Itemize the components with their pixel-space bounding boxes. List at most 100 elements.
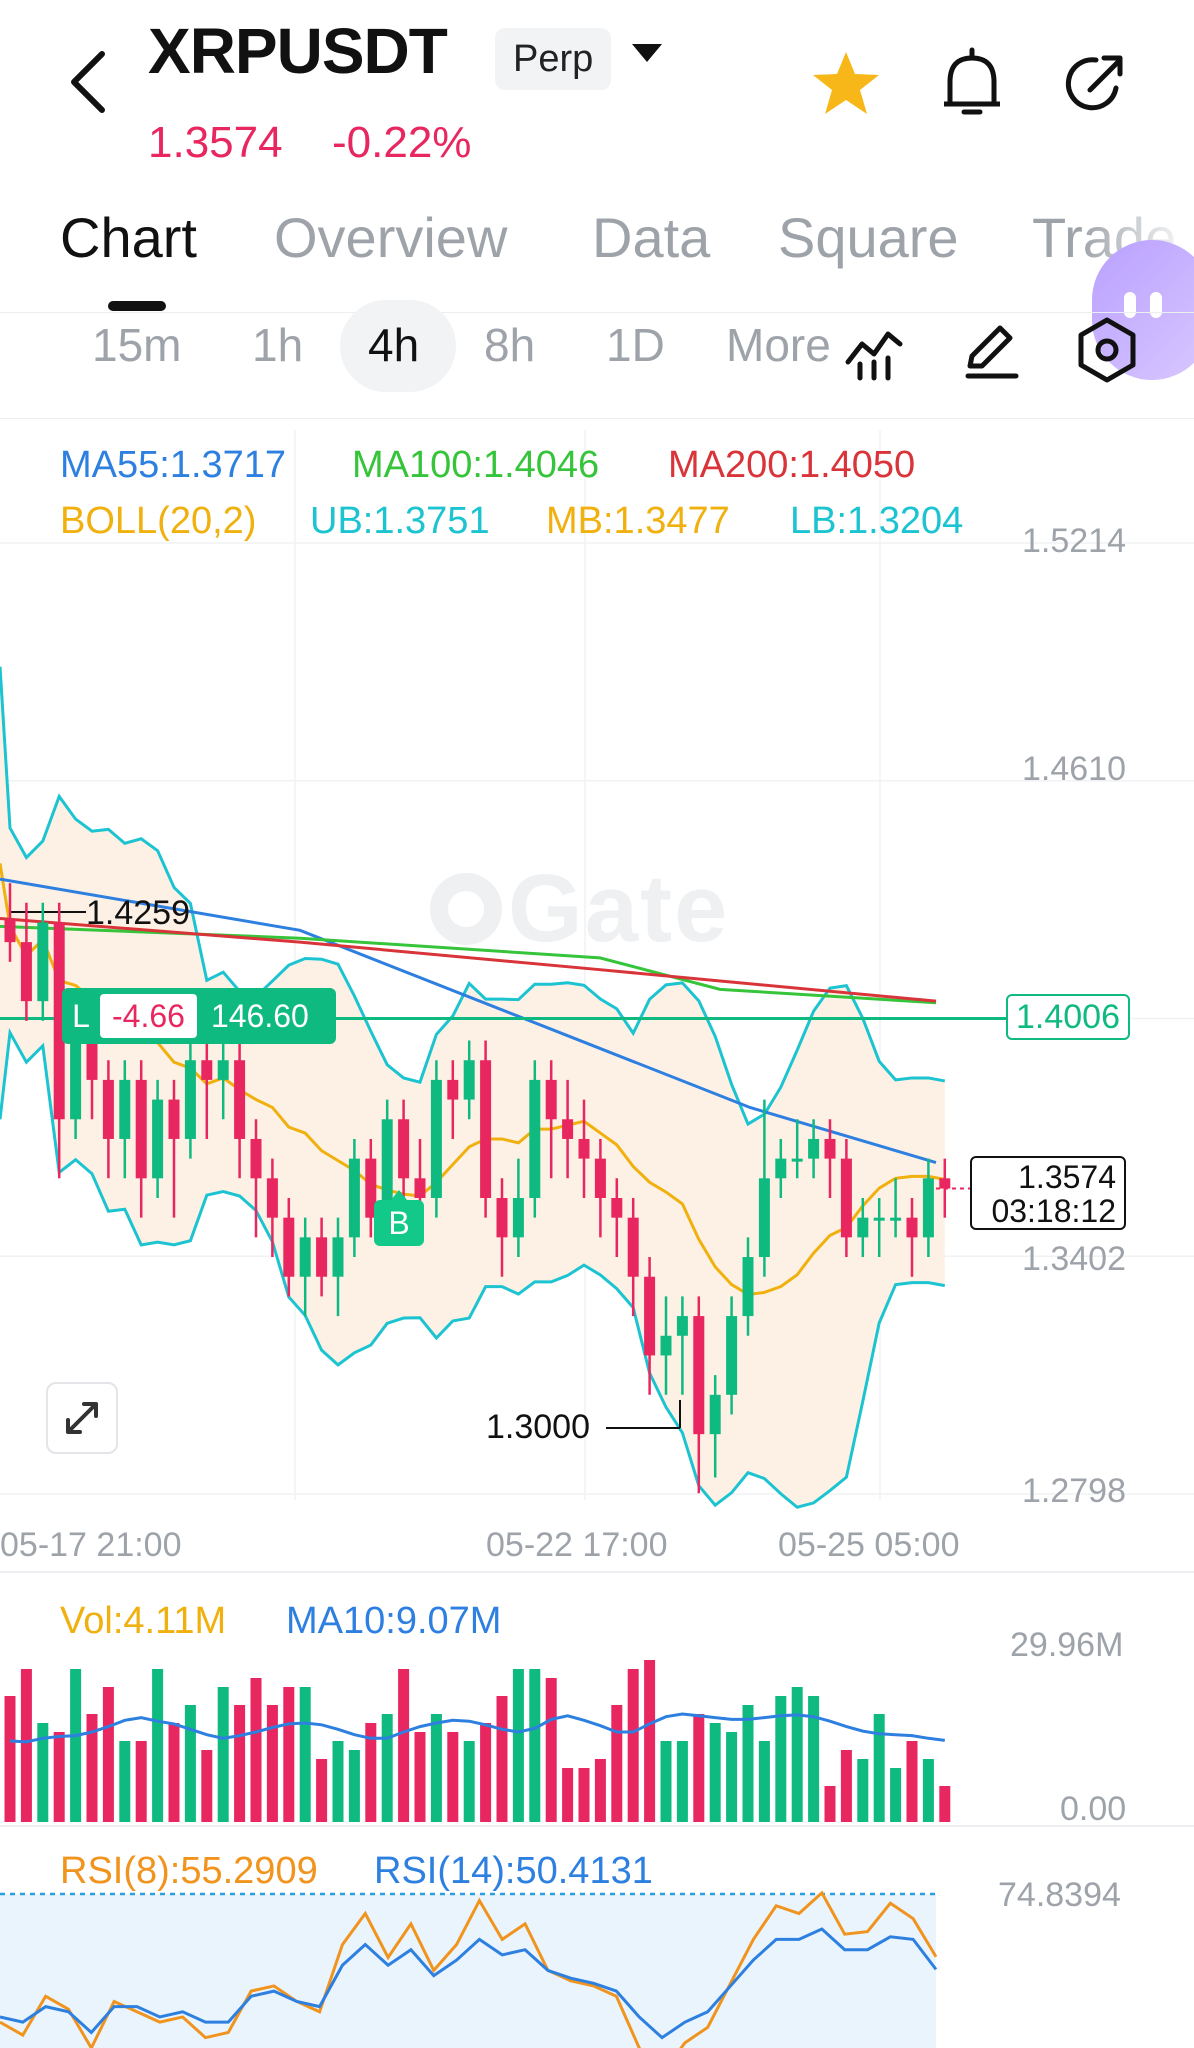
volume-bar xyxy=(529,1669,541,1822)
candle-body xyxy=(135,1079,147,1179)
back-button[interactable] xyxy=(60,46,120,118)
timeframe-4h[interactable]: 4h xyxy=(368,318,419,372)
tab-data[interactable]: Data xyxy=(592,205,710,270)
candle-body xyxy=(644,1276,656,1356)
indicator-icon xyxy=(845,331,903,381)
alert-button[interactable] xyxy=(936,46,1008,122)
tab-overview[interactable]: Overview xyxy=(274,205,507,270)
legend-ma200: MA200:1.4050 xyxy=(668,444,916,486)
buy-marker-pointer xyxy=(391,1190,407,1200)
position-price-tag[interactable]: 1.4006 xyxy=(1006,994,1130,1040)
tab-square[interactable]: Square xyxy=(778,205,959,270)
time-axis-label: 05-22 17:00 xyxy=(486,1526,668,1564)
candle-body xyxy=(414,1178,426,1198)
candle-body xyxy=(4,918,16,943)
position-entry: 146.60 xyxy=(210,997,309,1034)
candle-body xyxy=(529,1079,541,1198)
symbol-title[interactable]: XRPUSDT xyxy=(148,14,448,88)
volume-bar xyxy=(201,1750,213,1822)
volume-bar xyxy=(512,1669,524,1822)
rsi8-legend: RSI(8):55.2909 xyxy=(60,1850,318,1892)
caret-down-icon[interactable] xyxy=(632,44,662,62)
volume-bar xyxy=(594,1759,606,1822)
assistant-eye xyxy=(1124,292,1136,318)
price-chart[interactable] xyxy=(0,420,1194,2048)
indicator-button[interactable] xyxy=(842,318,906,382)
volume-bar xyxy=(939,1786,951,1822)
price-axis-label: 1.4610 xyxy=(1022,750,1126,788)
candle-body xyxy=(217,1060,229,1080)
position-tag[interactable]: L -4.66 146.60 xyxy=(62,988,336,1044)
price-axis-label: 1.5214 xyxy=(1022,522,1126,560)
expand-icon xyxy=(66,1402,98,1434)
candle-countdown: 03:18:12 xyxy=(991,1193,1116,1229)
candle-body xyxy=(578,1138,590,1159)
candle-body xyxy=(512,1197,524,1238)
candle-body xyxy=(857,1217,869,1238)
volume-bar xyxy=(840,1750,852,1822)
volume-bar xyxy=(791,1687,803,1822)
volume-bar xyxy=(742,1705,754,1822)
volume-bar xyxy=(283,1687,295,1822)
candle-body xyxy=(594,1158,606,1198)
volume-bar xyxy=(184,1705,196,1822)
volume-axis-min: 0.00 xyxy=(1060,1790,1127,1828)
position-side: L xyxy=(72,997,90,1034)
volume-bar xyxy=(168,1723,180,1822)
star-icon xyxy=(813,52,879,114)
candle-body xyxy=(37,922,49,1002)
candle-body xyxy=(152,1099,164,1179)
favorite-button[interactable] xyxy=(808,46,884,122)
candle-body xyxy=(791,1158,803,1162)
volume-bar xyxy=(463,1741,475,1822)
candle-body xyxy=(283,1217,295,1277)
tabs-divider xyxy=(0,312,1194,313)
candle-body xyxy=(266,1178,278,1218)
timeframe-more[interactable]: More xyxy=(726,318,830,372)
price-axis-label: 1.2798 xyxy=(1022,1472,1126,1510)
toolbar-divider xyxy=(0,418,1194,419)
volume-bar xyxy=(102,1687,114,1822)
draw-button[interactable] xyxy=(958,318,1022,382)
volume-bar xyxy=(447,1732,459,1822)
volume-bar xyxy=(70,1669,82,1822)
volume-bar xyxy=(348,1750,360,1822)
rsi-axis-top: 74.8394 xyxy=(998,1876,1121,1914)
legend-ma100: MA100:1.4046 xyxy=(352,444,600,486)
tab-chart[interactable]: Chart xyxy=(60,205,197,270)
timeframe-1d[interactable]: 1D xyxy=(606,318,665,372)
timeframe-15m[interactable]: 15m xyxy=(92,318,181,372)
volume-bar xyxy=(316,1759,328,1822)
candle-body xyxy=(299,1237,311,1277)
legend-boll: BOLL(20,2) xyxy=(60,500,257,542)
candle-body xyxy=(447,1079,459,1100)
candle-body xyxy=(726,1316,738,1395)
volume-bar xyxy=(873,1714,885,1822)
volume-bar xyxy=(234,1705,246,1822)
volume-bar xyxy=(611,1705,623,1822)
current-price: 1.3574 xyxy=(1018,1159,1116,1195)
candle-body xyxy=(693,1316,705,1435)
candle-body xyxy=(660,1335,672,1356)
last-price: 1.3574 xyxy=(148,118,283,167)
fullscreen-button[interactable] xyxy=(46,1382,118,1454)
active-tab-indicator xyxy=(108,301,166,311)
chevron-left-icon xyxy=(71,51,105,113)
volume-bar xyxy=(152,1669,164,1822)
chart-settings-button[interactable] xyxy=(1074,316,1140,384)
volume-bar xyxy=(332,1741,344,1822)
volume-bar xyxy=(562,1768,574,1822)
contract-type-dropdown[interactable]: Perp xyxy=(495,28,612,90)
share-icon xyxy=(1065,55,1123,111)
position-pnl: -4.66 xyxy=(100,994,197,1038)
volume-bar xyxy=(250,1678,262,1822)
volume-bar xyxy=(119,1741,131,1822)
volume-bar xyxy=(299,1687,311,1822)
high-price-label: 1.4259 xyxy=(86,894,190,932)
buy-marker[interactable]: B xyxy=(374,1200,424,1246)
share-button[interactable] xyxy=(1060,46,1132,122)
assistant-eye xyxy=(1150,292,1162,318)
timeframe-8h[interactable]: 8h xyxy=(484,318,535,372)
timeframe-1h[interactable]: 1h xyxy=(252,318,303,372)
candle-body xyxy=(480,1060,492,1198)
